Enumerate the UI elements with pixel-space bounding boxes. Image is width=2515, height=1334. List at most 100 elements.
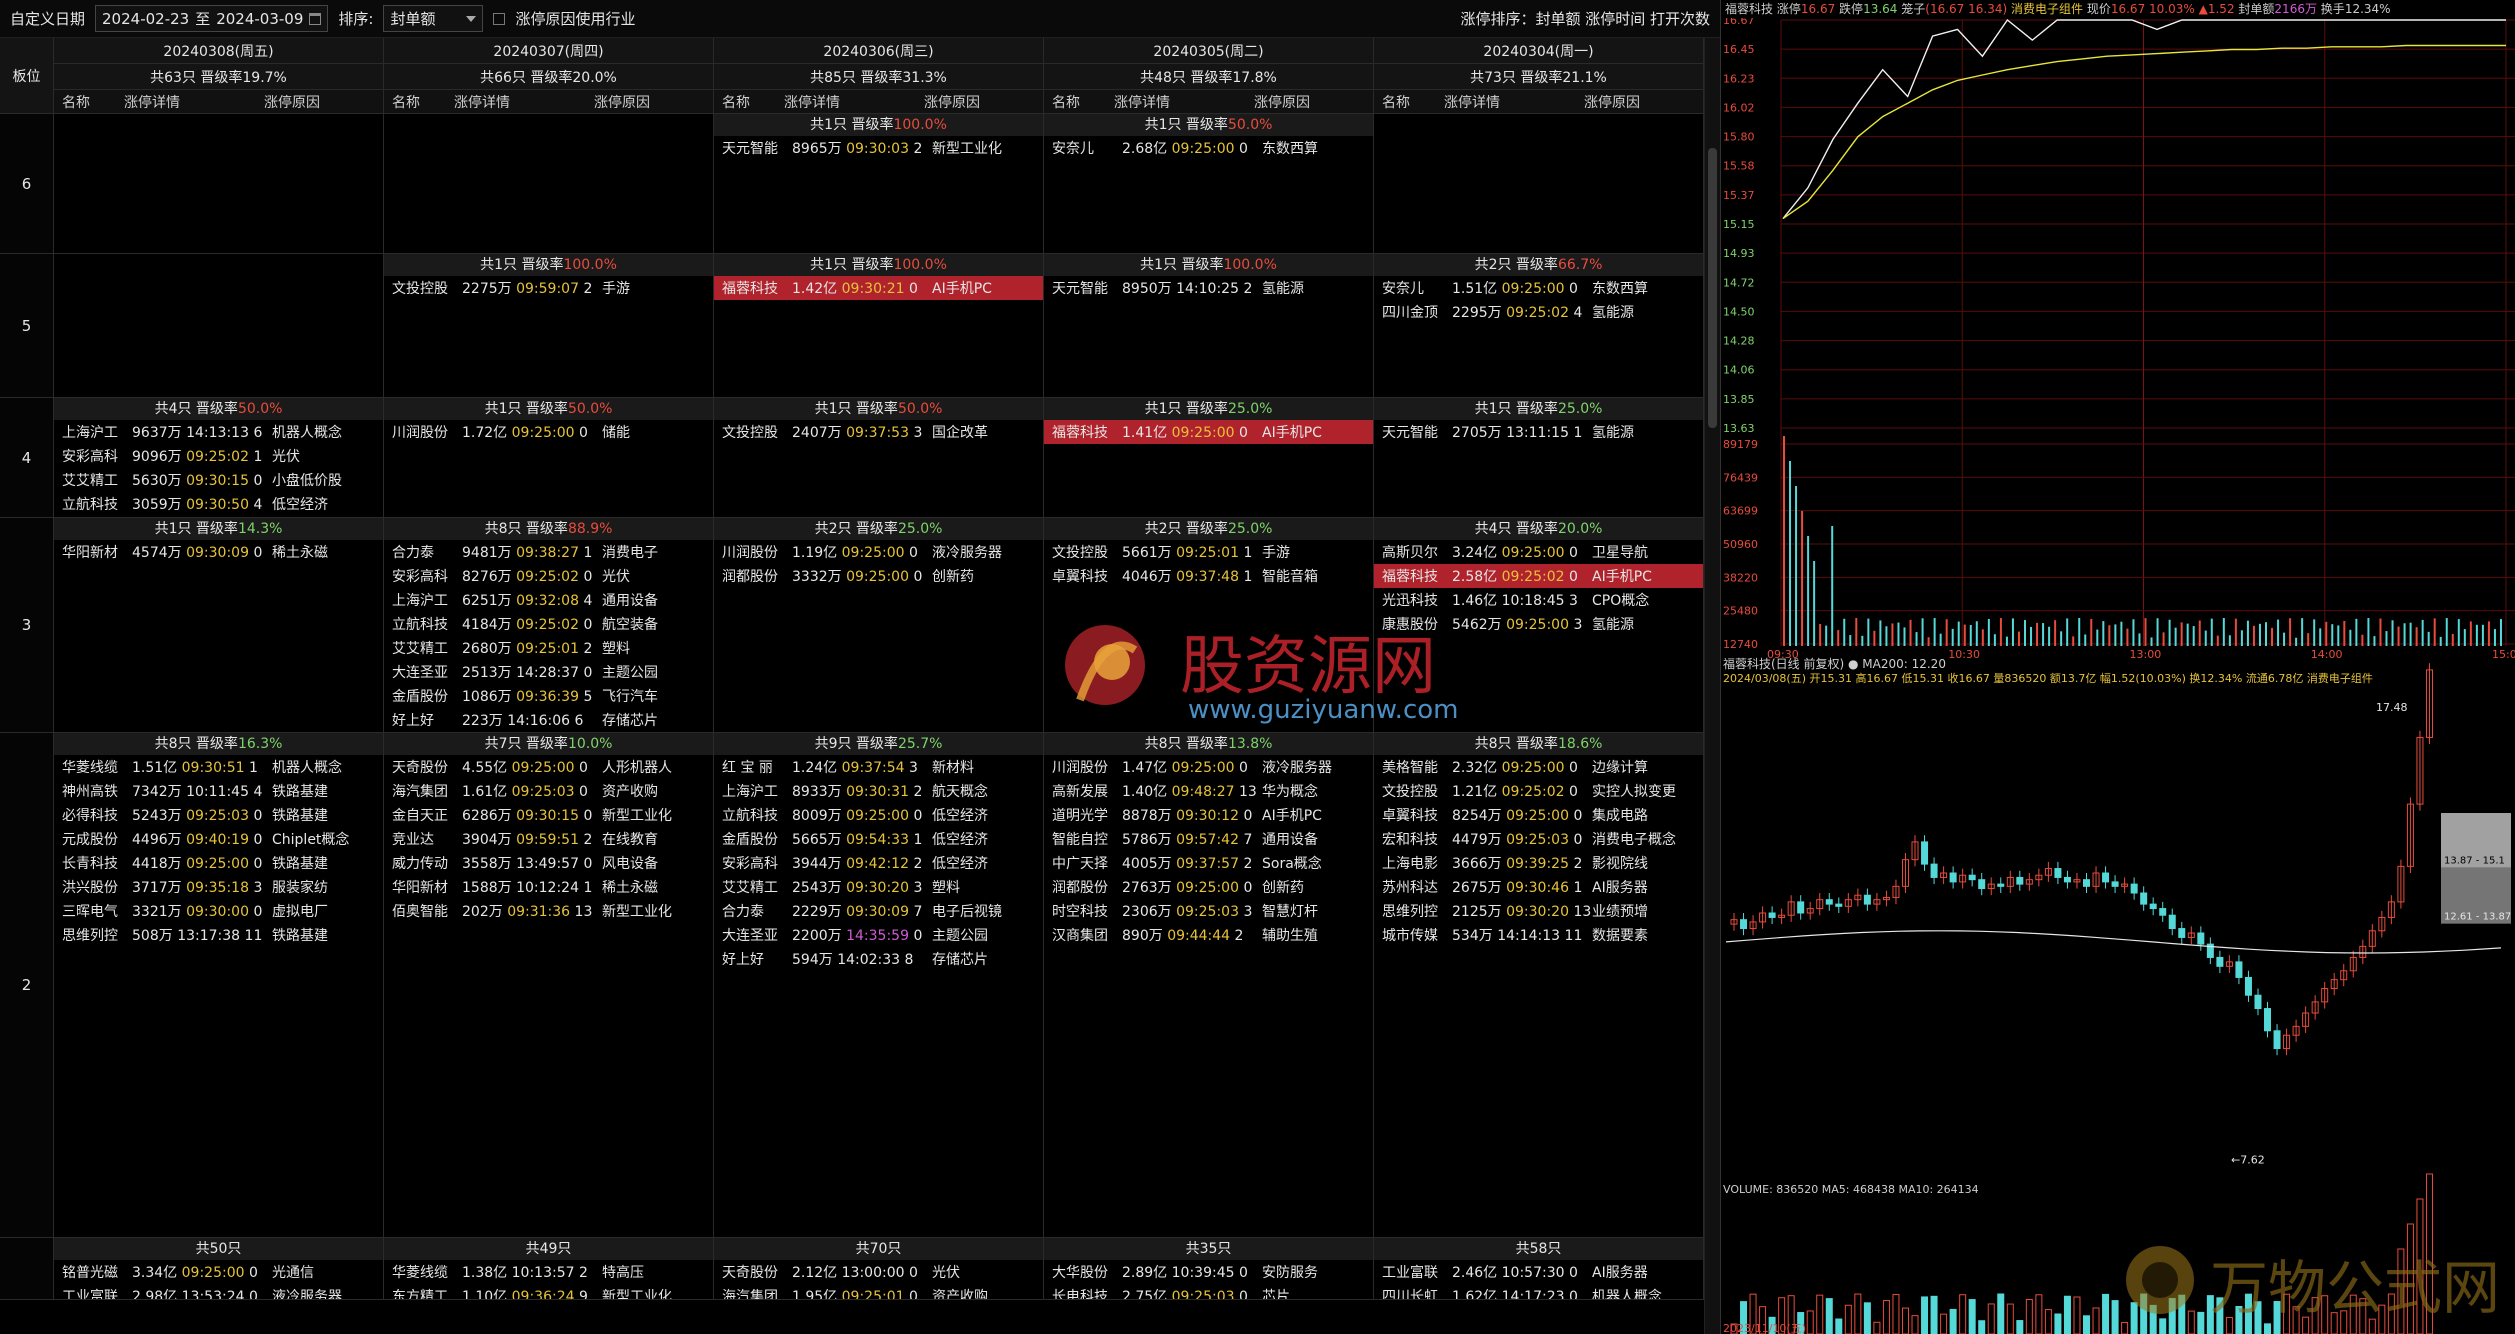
stock-name[interactable]: 安奈儿 bbox=[1374, 278, 1452, 298]
stock-name[interactable]: 上海沪工 bbox=[54, 422, 132, 442]
stock-row[interactable]: 安彩高科 9096万 09:25:02 1 光伏 bbox=[54, 444, 383, 468]
col-detail[interactable]: 涨停详情 bbox=[1114, 92, 1254, 112]
stock-name[interactable]: 文投控股 bbox=[384, 278, 462, 298]
stock-name[interactable]: 文投控股 bbox=[714, 422, 792, 442]
col-reason[interactable]: 涨停原因 bbox=[264, 92, 374, 112]
stock-name[interactable]: 艾艾精工 bbox=[714, 877, 792, 897]
day-date-header[interactable]: 20240308(周五) bbox=[54, 38, 384, 64]
stock-name[interactable]: 高斯贝尔 bbox=[1374, 542, 1452, 562]
stock-row[interactable]: 神州高铁 7342万 10:11:45 4 铁路基建 bbox=[54, 779, 383, 803]
stock-name[interactable]: 时空科技 bbox=[1044, 901, 1122, 921]
stock-name[interactable]: 天奇股份 bbox=[714, 1262, 792, 1282]
stock-name[interactable]: 安彩高科 bbox=[54, 446, 132, 466]
stock-row[interactable]: 铭普光磁 3.34亿 09:25:00 0 光通信 bbox=[54, 1260, 383, 1284]
stock-name[interactable]: 三晖电气 bbox=[54, 901, 132, 921]
stock-row[interactable]: 大连圣亚 2200万 14:35:59 0 主题公园 bbox=[714, 923, 1043, 947]
stock-name[interactable]: 川润股份 bbox=[714, 542, 792, 562]
stock-name[interactable]: 华菱线缆 bbox=[54, 757, 132, 777]
col-name[interactable]: 名称 bbox=[1044, 92, 1114, 112]
col-name[interactable]: 名称 bbox=[54, 92, 124, 112]
stock-name[interactable]: 四川金顶 bbox=[1374, 302, 1452, 322]
stock-row[interactable]: 上海电影 3666万 09:39:25 2 影视院线 bbox=[1374, 851, 1703, 875]
reason-industry-checkbox[interactable] bbox=[493, 12, 506, 25]
stock-row[interactable]: 大华股份 2.89亿 10:39:45 0 安防服务 bbox=[1044, 1260, 1373, 1284]
stock-row[interactable]: 四川金顶 2295万 09:25:02 4 氢能源 bbox=[1374, 300, 1703, 324]
stock-name[interactable]: 美格智能 bbox=[1374, 757, 1452, 777]
chart-svg[interactable]: 16.67 16.45 16.23 16.02 15.80 15.58 15.37 15.15… bbox=[1721, 18, 2515, 1334]
stock-name[interactable]: 竞业达 bbox=[384, 829, 462, 849]
stock-row[interactable]: 金自天正 6286万 09:30:15 0 新型工业化 bbox=[384, 803, 713, 827]
stock-name[interactable]: 合力泰 bbox=[384, 542, 462, 562]
stock-row[interactable]: 天元智能 8965万 09:30:03 2 新型工业化 bbox=[714, 136, 1043, 160]
stock-name[interactable]: 铭普光磁 bbox=[54, 1262, 132, 1282]
stock-row[interactable]: 福蓉科技 2.58亿 09:25:02 0 AI手机PC bbox=[1374, 564, 1703, 588]
stock-row[interactable]: 宏和科技 4479万 09:25:03 0 消费电子概念 bbox=[1374, 827, 1703, 851]
stock-row[interactable]: 金盾股份 5665万 09:54:33 1 低空经济 bbox=[714, 827, 1043, 851]
stock-name[interactable]: 华阳新材 bbox=[54, 542, 132, 562]
stock-row[interactable]: 文投控股 2275万 09:59:07 2 手游 bbox=[384, 276, 713, 300]
stock-name[interactable]: 川润股份 bbox=[384, 422, 462, 442]
stock-row[interactable]: 好上好 594万 14:02:33 8 存储芯片 bbox=[714, 947, 1043, 971]
stock-row[interactable]: 安彩高科 3944万 09:42:12 2 低空经济 bbox=[714, 851, 1043, 875]
stock-name[interactable]: 合力泰 bbox=[714, 901, 792, 921]
stock-row[interactable]: 合力泰 2229万 09:30:09 7 电子后视镜 bbox=[714, 899, 1043, 923]
vertical-scrollbar[interactable] bbox=[1705, 38, 1720, 1334]
stock-name[interactable]: 金盾股份 bbox=[384, 686, 462, 706]
stock-name[interactable]: 文投控股 bbox=[1044, 542, 1122, 562]
stock-name[interactable]: 长青科技 bbox=[54, 853, 132, 873]
stock-row[interactable]: 元成股份 4496万 09:40:19 0 Chiplet概念 bbox=[54, 827, 383, 851]
stock-row[interactable]: 康惠股份 5462万 09:25:00 3 氢能源 bbox=[1374, 612, 1703, 636]
stock-name[interactable]: 海汽集团 bbox=[384, 781, 462, 801]
stock-row[interactable]: 长青科技 4418万 09:25:00 0 铁路基建 bbox=[54, 851, 383, 875]
stock-row[interactable]: 福蓉科技 1.42亿 09:30:21 0 AI手机PC bbox=[714, 276, 1043, 300]
stock-row[interactable]: 卓翼科技 8254万 09:25:00 0 集成电路 bbox=[1374, 803, 1703, 827]
stock-name[interactable]: 光迅科技 bbox=[1374, 590, 1452, 610]
stock-row[interactable]: 立航科技 4184万 09:25:02 0 航空装备 bbox=[384, 612, 713, 636]
stock-row[interactable]: 上海沪工 8933万 09:30:31 2 航天概念 bbox=[714, 779, 1043, 803]
stock-row[interactable]: 洪兴股份 3717万 09:35:18 3 服装家纺 bbox=[54, 875, 383, 899]
stock-name[interactable]: 安奈儿 bbox=[1044, 138, 1122, 158]
stock-row[interactable]: 天奇股份 4.55亿 09:25:00 0 人形机器人 bbox=[384, 755, 713, 779]
col-detail[interactable]: 涨停详情 bbox=[1444, 92, 1584, 112]
stock-name[interactable]: 天元智能 bbox=[1044, 278, 1122, 298]
stock-row[interactable]: 苏州科达 2675万 09:30:46 1 AI服务器 bbox=[1374, 875, 1703, 899]
stock-name[interactable]: 中广天择 bbox=[1044, 853, 1122, 873]
stock-row[interactable]: 润都股份 2763万 09:25:00 0 创新药 bbox=[1044, 875, 1373, 899]
stock-row[interactable]: 工业富联 2.98亿 13:53:24 0 液冷服务器 bbox=[54, 1284, 383, 1299]
stock-row[interactable]: 天元智能 2705万 13:11:15 1 氢能源 bbox=[1374, 420, 1703, 444]
stock-row[interactable]: 华阳新材 1588万 10:12:24 1 稀土永磁 bbox=[384, 875, 713, 899]
stock-name[interactable]: 卓翼科技 bbox=[1374, 805, 1452, 825]
stock-row[interactable]: 合力泰 9481万 09:38:27 1 消费电子 bbox=[384, 540, 713, 564]
stock-row[interactable]: 海汽集团 1.95亿 09:25:01 0 资产收购 bbox=[714, 1284, 1043, 1299]
stock-name[interactable]: 洪兴股份 bbox=[54, 877, 132, 897]
stock-name[interactable]: 神州高铁 bbox=[54, 781, 132, 801]
stock-name[interactable]: 工业富联 bbox=[54, 1286, 132, 1299]
stock-name[interactable]: 苏州科达 bbox=[1374, 877, 1452, 897]
stock-name[interactable]: 立航科技 bbox=[714, 805, 792, 825]
stock-row[interactable]: 好上好 223万 14:16:06 6 存储芯片 bbox=[384, 708, 713, 732]
stock-name[interactable]: 金自天正 bbox=[384, 805, 462, 825]
col-detail[interactable]: 涨停详情 bbox=[124, 92, 264, 112]
stock-name[interactable]: 道明光学 bbox=[1044, 805, 1122, 825]
stock-row[interactable]: 时空科技 2306万 09:25:03 3 智慧灯杆 bbox=[1044, 899, 1373, 923]
stock-row[interactable]: 文投控股 1.21亿 09:25:02 0 实控人拟变更 bbox=[1374, 779, 1703, 803]
col-name[interactable]: 名称 bbox=[714, 92, 784, 112]
stock-row[interactable]: 智能自控 5786万 09:57:42 7 通用设备 bbox=[1044, 827, 1373, 851]
stock-row[interactable]: 文投控股 2407万 09:37:53 3 国企改革 bbox=[714, 420, 1043, 444]
stock-name[interactable]: 好上好 bbox=[714, 949, 792, 969]
stock-row[interactable]: 艾艾精工 2680万 09:25:01 2 塑料 bbox=[384, 636, 713, 660]
stock-name[interactable]: 华菱线缆 bbox=[384, 1262, 462, 1282]
stock-name[interactable]: 佰奥智能 bbox=[384, 901, 462, 921]
date-from[interactable]: 2024-02-23 bbox=[102, 10, 189, 28]
stock-row[interactable]: 美格智能 2.32亿 09:25:00 0 边缘计算 bbox=[1374, 755, 1703, 779]
stock-name[interactable]: 东方精工 bbox=[384, 1286, 462, 1299]
stock-name[interactable]: 润都股份 bbox=[1044, 877, 1122, 897]
day-date-header[interactable]: 20240305(周二) bbox=[1044, 38, 1374, 64]
stock-row[interactable]: 华阳新材 4574万 09:30:09 0 稀土永磁 bbox=[54, 540, 383, 564]
stock-name[interactable]: 上海沪工 bbox=[714, 781, 792, 801]
stock-row[interactable]: 艾艾精工 2543万 09:30:20 3 塑料 bbox=[714, 875, 1043, 899]
stock-row[interactable]: 华菱线缆 1.51亿 09:30:51 1 机器人概念 bbox=[54, 755, 383, 779]
stock-name[interactable]: 海汽集团 bbox=[714, 1286, 792, 1299]
stock-name[interactable]: 安彩高科 bbox=[714, 853, 792, 873]
stock-name[interactable]: 大连圣亚 bbox=[714, 925, 792, 945]
